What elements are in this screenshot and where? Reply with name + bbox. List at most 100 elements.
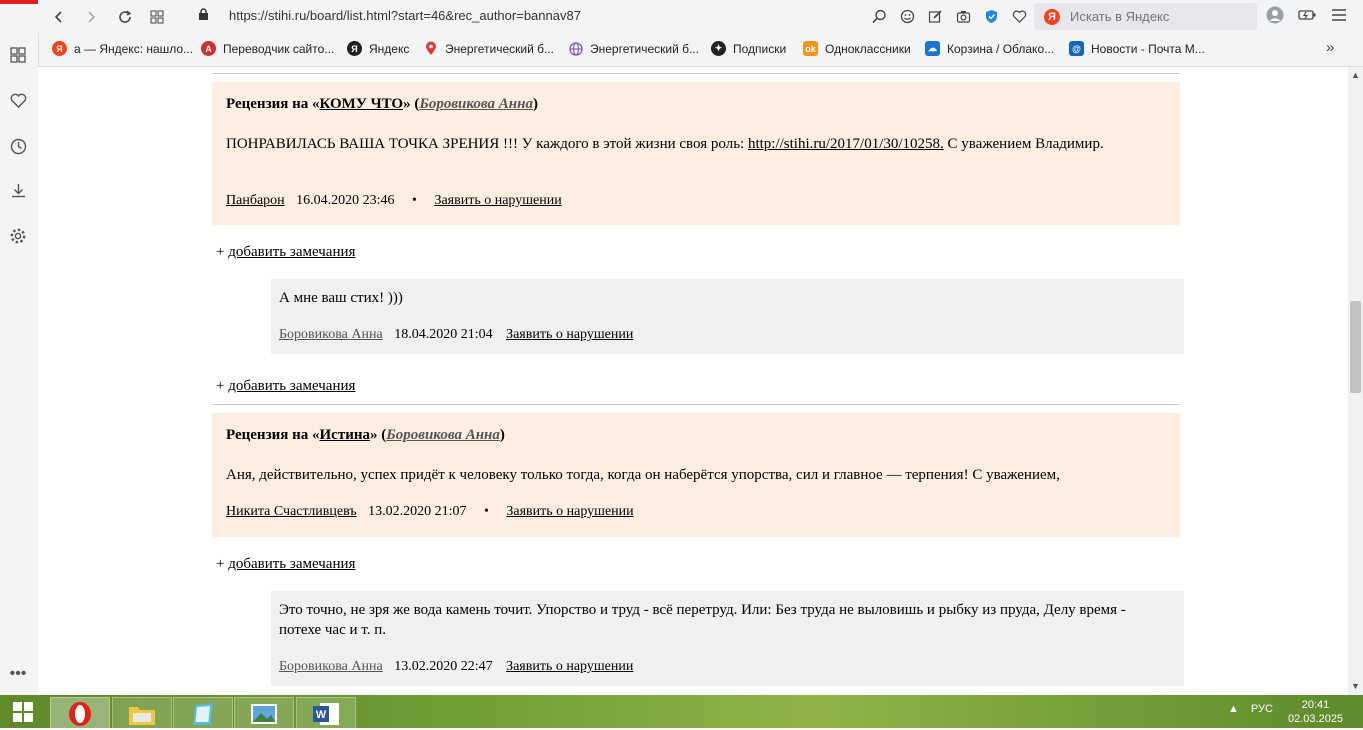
emoji-icon[interactable] <box>898 7 916 25</box>
heart-icon[interactable] <box>7 90 29 112</box>
plus-icon: ✦ <box>711 41 726 56</box>
settings-icon[interactable] <box>7 225 29 247</box>
word-icon: W <box>313 702 339 725</box>
work-link[interactable]: Истина <box>320 427 370 443</box>
tray-expand-icon[interactable]: ▲ <box>1228 703 1239 715</box>
lock-icon[interactable] <box>198 8 209 24</box>
bookmark-item[interactable]: Энергетический б... <box>568 41 699 56</box>
reply-date: 18.04.2020 21:04 <box>394 327 493 342</box>
search-icon[interactable] <box>870 7 888 25</box>
profile-icon[interactable] <box>1266 6 1284 24</box>
back-button[interactable] <box>48 6 70 28</box>
search-input[interactable] <box>1068 8 1252 25</box>
address-bar[interactable]: https://stihi.ru/board/list.html?start=4… <box>229 8 581 23</box>
author-link[interactable]: Боровикова Анна <box>386 427 500 443</box>
translator-icon: A <box>201 41 216 56</box>
author-link[interactable]: Боровикова Анна <box>419 96 533 112</box>
scroll-up-icon[interactable]: ▲ <box>1351 70 1360 80</box>
add-note: + добавить замечания <box>216 556 356 572</box>
reply-text: Это точно, не зря же вода камень точит. … <box>279 602 1126 638</box>
add-note-link[interactable]: добавить замечания <box>228 244 355 260</box>
add-note-link[interactable]: добавить замечания <box>228 378 355 394</box>
clock-time: 20:41 <box>1301 699 1330 711</box>
taskbar-opera[interactable] <box>50 697 110 730</box>
reply-author-link[interactable]: Боровикова Анна <box>279 327 383 342</box>
reply-text: А мне ваш стих! ))) <box>279 290 403 306</box>
folder-icon <box>129 706 155 725</box>
bookmark-item[interactable]: ok Одноклассники <box>803 41 911 56</box>
reply-date: 13.02.2020 22:47 <box>394 659 493 674</box>
heart-icon[interactable] <box>1010 7 1028 25</box>
reviewer-link[interactable]: Никита Счастливцевъ <box>226 504 357 519</box>
notebook-icon <box>193 702 213 725</box>
speed-dial-icon[interactable] <box>7 44 29 66</box>
browser-toolbar: https://stihi.ru/board/list.html?start=4… <box>0 0 1363 33</box>
review-text: Аня, действительно, успех придёт к челов… <box>226 467 1060 483</box>
opera-accent <box>0 0 38 4</box>
bookmark-item[interactable]: ☁ Корзина / Облако... <box>925 41 1054 56</box>
yandex-search-box[interactable]: Я <box>1034 3 1257 30</box>
menu-icon[interactable] <box>1330 6 1348 24</box>
divider <box>212 73 1180 74</box>
chevron-right-icon <box>88 11 96 23</box>
bookmarks-bar: Я а — Яндекс: нашло... A Переводчик сайт… <box>38 33 1363 67</box>
review-link[interactable]: http://stihi.ru/2017/01/30/10258. <box>748 136 944 152</box>
report-link[interactable]: Заявить о нарушении <box>506 504 633 519</box>
battery-saver-icon[interactable] <box>1298 6 1316 24</box>
reply-meta: Боровикова Анна 18.04.2020 21:04 Заявить… <box>279 327 633 343</box>
taskbar-image-viewer[interactable] <box>234 697 294 730</box>
page-scrollbar[interactable]: ▲ ▼ <box>1348 67 1363 695</box>
bookmark-item[interactable]: Я Яндекс <box>347 41 409 56</box>
start-button[interactable] <box>0 695 46 728</box>
report-link[interactable]: Заявить о нарушении <box>506 327 633 342</box>
taskbar-notebook[interactable] <box>173 697 233 730</box>
picture-icon <box>251 703 277 724</box>
add-note-link[interactable]: добавить замечания <box>228 556 355 572</box>
reload-button[interactable] <box>114 6 136 28</box>
system-tray: ▲ РУС <box>1228 703 1273 715</box>
clock-date: 02.03.2025 <box>1288 713 1344 725</box>
language-indicator[interactable]: РУС <box>1251 703 1273 715</box>
review-meta: Панбарон 16.04.2020 23:46 • Заявить о на… <box>226 193 562 209</box>
shield-icon[interactable] <box>982 7 1000 25</box>
report-link[interactable]: Заявить о нарушении <box>434 193 561 208</box>
scrollbar-thumb[interactable] <box>1350 301 1361 393</box>
review-text: ПОНРАВИЛАСЬ ВАША ТОЧКА ЗРЕНИЯ !!! У кажд… <box>226 136 1104 152</box>
forward-button[interactable] <box>80 6 102 28</box>
bookmark-item[interactable]: @ Новости - Почта М... <box>1069 41 1205 56</box>
divider <box>212 404 1180 405</box>
reply-card: А мне ваш стих! ))) Боровикова Анна 18.0… <box>271 279 1184 354</box>
bookmarks-more-icon[interactable]: » <box>1326 39 1334 56</box>
bookmark-item[interactable]: ✦ Подписки <box>711 41 786 56</box>
reload-icon <box>119 10 132 23</box>
taskbar-word[interactable]: W <box>296 697 356 730</box>
tabs-grid-button[interactable] <box>146 6 168 28</box>
grid-icon <box>150 10 164 24</box>
bookmark-item[interactable]: Я а — Яндекс: нашло... <box>52 41 193 56</box>
toolbar-right <box>1266 6 1348 24</box>
more-icon[interactable]: ••• <box>7 663 29 685</box>
review-date: 16.04.2020 23:46 <box>296 193 395 208</box>
odnoklassniki-icon: ok <box>803 41 818 56</box>
reply-author-link[interactable]: Боровикова Анна <box>279 659 383 674</box>
reply-meta: Боровикова Анна 13.02.2020 22:47 Заявить… <box>279 659 633 675</box>
taskbar-explorer[interactable] <box>112 697 172 730</box>
chevron-left-icon <box>54 11 62 23</box>
clock[interactable]: 20:41 02.03.2025 <box>1288 698 1343 726</box>
bullet-separator: • <box>483 504 489 519</box>
review-title: Рецензия на «КОМУ ЧТО» (Боровикова Анна) <box>226 96 538 112</box>
history-icon[interactable] <box>7 135 29 157</box>
review-card: Рецензия на «КОМУ ЧТО» (Боровикова Анна)… <box>212 82 1180 225</box>
bookmark-item[interactable]: Энергетический б... <box>423 41 554 56</box>
edit-icon[interactable] <box>926 7 944 25</box>
camera-icon[interactable] <box>954 7 972 25</box>
scroll-down-icon[interactable]: ▼ <box>1351 681 1360 691</box>
download-icon[interactable] <box>7 179 29 201</box>
opera-icon <box>69 701 91 726</box>
work-link[interactable]: КОМУ ЧТО <box>320 96 404 112</box>
bookmark-item[interactable]: A Переводчик сайто... <box>201 41 334 56</box>
report-link[interactable]: Заявить о нарушении <box>506 659 633 674</box>
location-pin-icon <box>423 41 438 56</box>
cloud-icon: ☁ <box>925 41 940 56</box>
reviewer-link[interactable]: Панбарон <box>226 193 285 208</box>
